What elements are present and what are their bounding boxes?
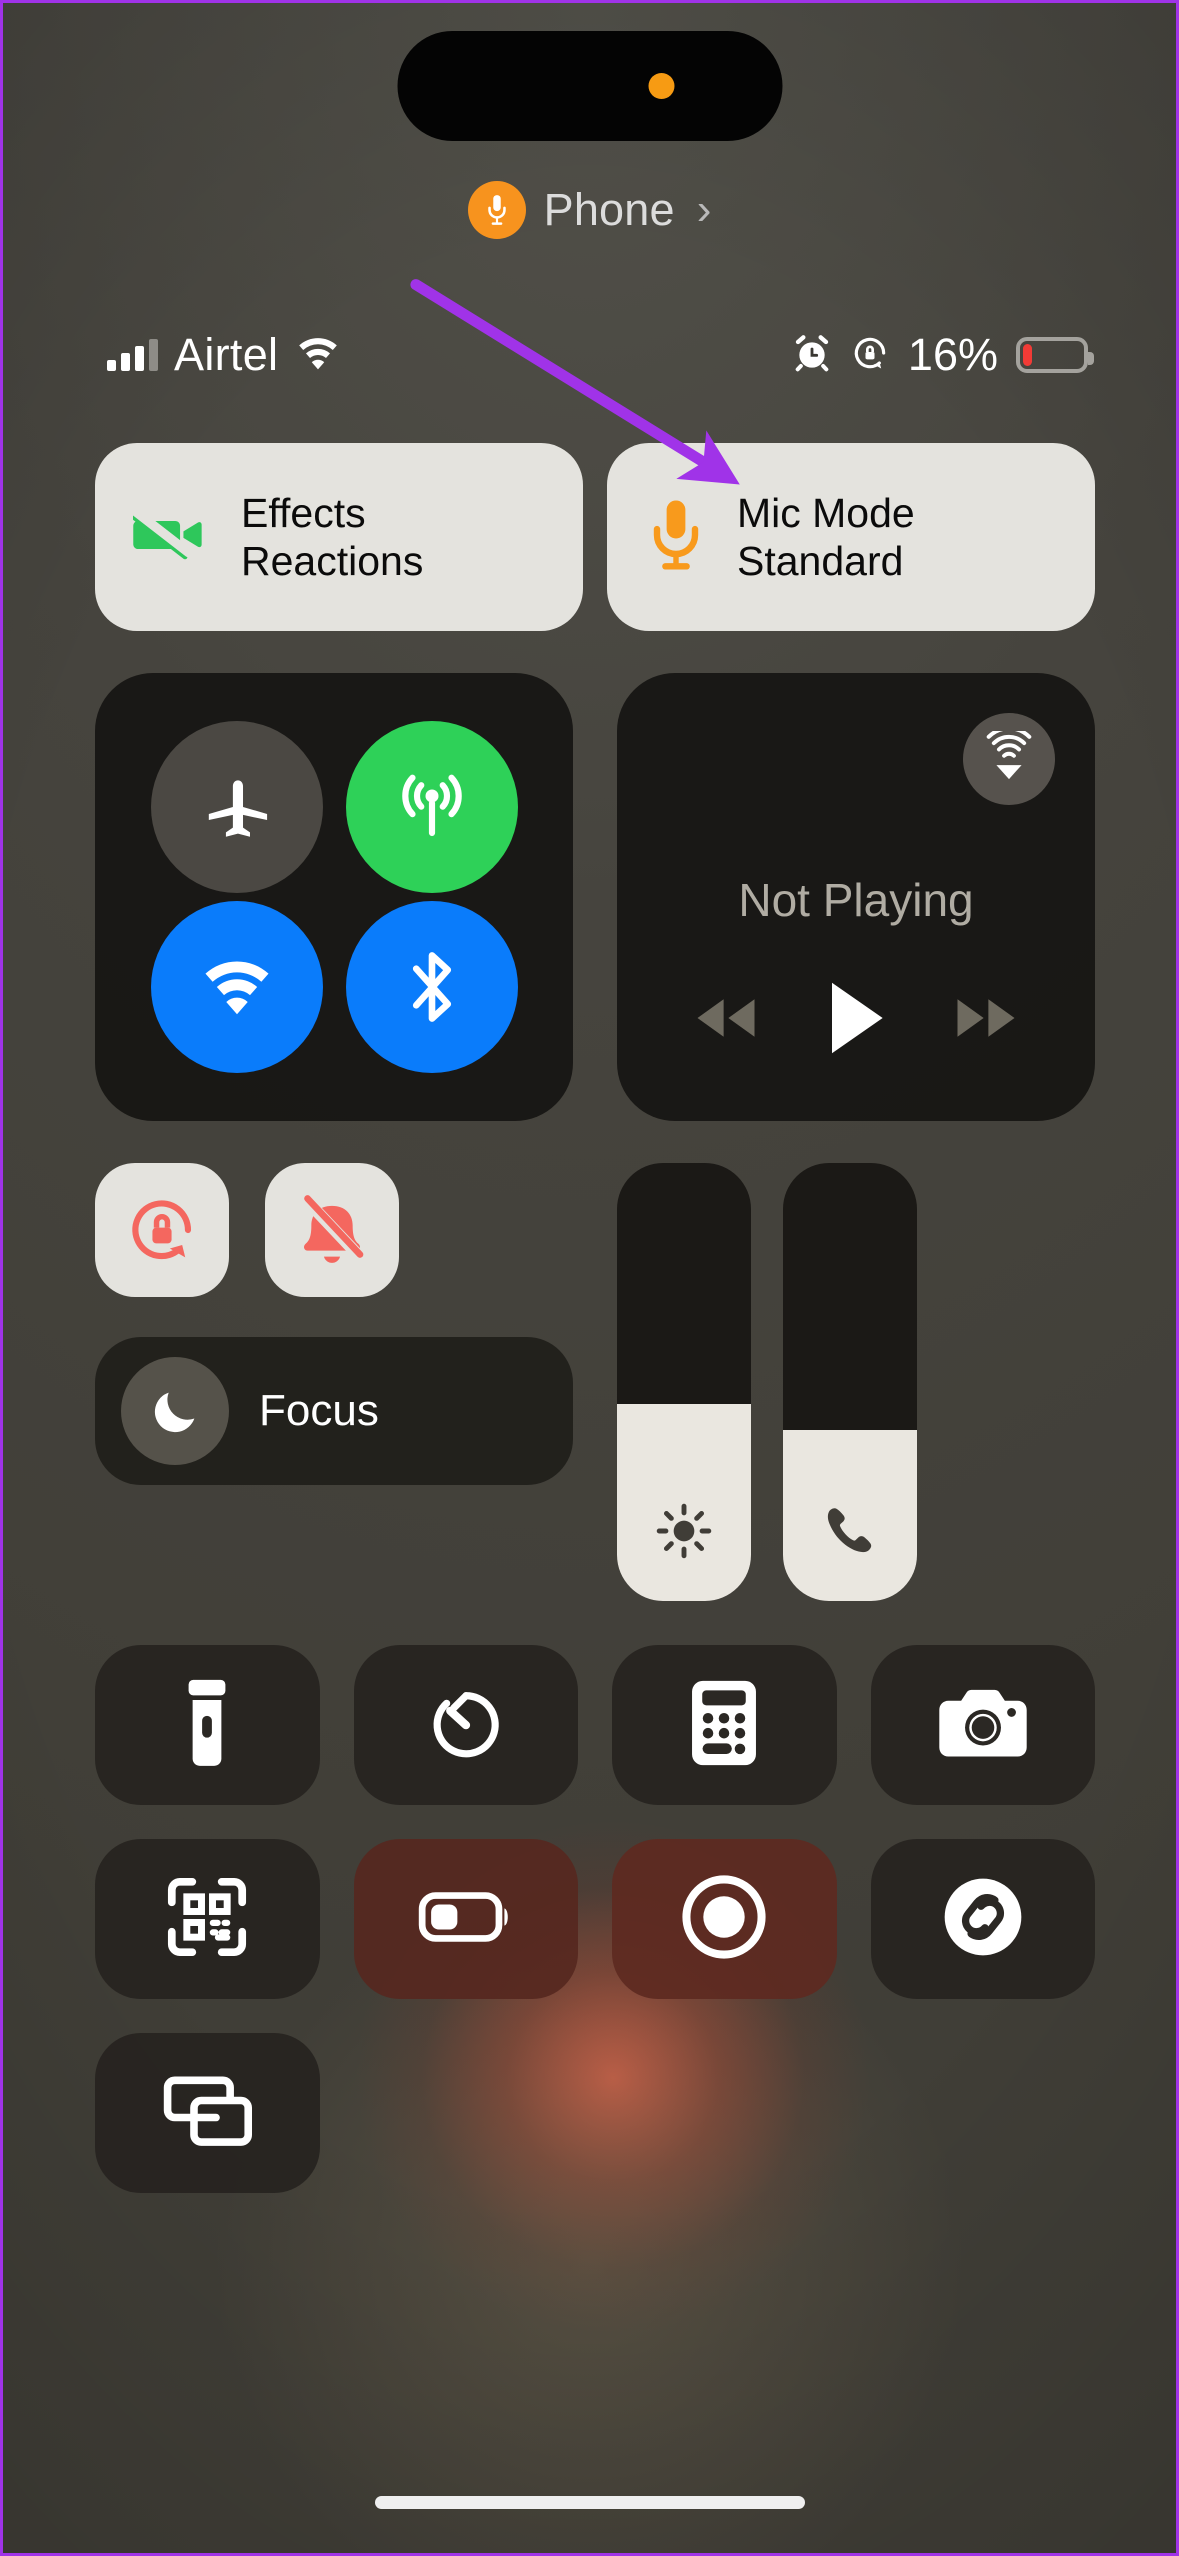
phone-handset-icon — [819, 1500, 881, 1567]
brightness-slider-fill — [617, 1403, 751, 1601]
rotation-lock-toggle[interactable] — [95, 1163, 229, 1297]
crescent-moon-icon — [121, 1357, 229, 1465]
volume-slider-fill — [783, 1430, 917, 1601]
microphone-icon — [645, 498, 707, 577]
shazam-tile[interactable] — [870, 1839, 1095, 1999]
shazam-icon — [937, 1871, 1029, 1968]
controls-and-sliders-row: Focus — [95, 1163, 1095, 1601]
effects-card[interactable]: Effects Reactions — [95, 443, 583, 631]
status-bar-left: Airtel — [107, 329, 342, 381]
conversation-controls-row: Effects Reactions Mic Mode Standard — [95, 443, 1095, 631]
cellular-data-toggle[interactable] — [345, 721, 518, 893]
bluetooth-toggle[interactable] — [345, 901, 518, 1073]
focus-label: Focus — [259, 1386, 379, 1435]
record-circle-icon — [678, 1871, 770, 1968]
camera-tile[interactable] — [870, 1645, 1095, 1805]
volume-slider[interactable] — [783, 1163, 917, 1601]
calculator-icon — [690, 1678, 758, 1773]
sliders-group — [617, 1163, 917, 1601]
qr-code-scanner-tile[interactable] — [95, 1839, 320, 1999]
qr-code-icon — [163, 1873, 251, 1966]
now-playing-status: Not Playing — [738, 874, 974, 926]
status-bar-right: 16% — [792, 329, 1094, 381]
screen-recording-tile[interactable] — [612, 1839, 837, 1999]
brightness-slider[interactable] — [617, 1163, 751, 1601]
media-transport-controls — [617, 978, 1095, 1063]
alarm-clock-icon — [792, 333, 832, 378]
airplay-audio-icon[interactable] — [963, 713, 1055, 805]
silent-mode-toggle[interactable] — [265, 1163, 399, 1297]
video-camera-slash-icon — [129, 505, 211, 570]
carrier-name: Airtel — [174, 329, 279, 380]
low-power-mode-tile[interactable] — [353, 1839, 578, 1999]
effects-card-text: Effects Reactions — [241, 489, 423, 586]
media-player-module: Not Playing — [617, 673, 1095, 1121]
iphone-screen: Phone › Airtel 16% Effects Reactions Mic… — [0, 0, 1179, 2556]
screen-mirroring-tile[interactable] — [95, 2033, 320, 2193]
mic-mode-card[interactable]: Mic Mode Standard — [607, 443, 1095, 631]
quick-toggles-row — [95, 1163, 573, 1297]
airplane-mode-toggle[interactable] — [150, 721, 323, 893]
dynamic-island[interactable] — [397, 31, 782, 141]
battery-icon — [1016, 337, 1094, 373]
rotation-lock-icon — [850, 333, 890, 378]
fast-forward-icon[interactable] — [948, 990, 1024, 1051]
timer-tile[interactable] — [353, 1645, 578, 1805]
wifi-icon — [294, 335, 342, 376]
screen-mirroring-icon — [160, 2073, 254, 2154]
banner-app-label: Phone — [543, 184, 675, 235]
cellular-bars-icon — [107, 339, 158, 371]
play-icon[interactable] — [821, 978, 891, 1063]
status-bar: Airtel 16% — [3, 319, 1176, 391]
effects-card-title: Effects — [241, 489, 366, 536]
left-controls-column: Focus — [95, 1163, 573, 1485]
effects-card-subtitle: Reactions — [241, 538, 424, 584]
mic-mode-card-text: Mic Mode Standard — [737, 489, 915, 586]
microphone-icon — [467, 181, 526, 239]
wifi-toggle[interactable] — [150, 901, 323, 1073]
control-center: Effects Reactions Mic Mode Standard Not … — [95, 443, 1095, 2193]
battery-percentage: 16% — [907, 329, 998, 380]
mic-in-use-dot-icon — [648, 73, 674, 99]
flashlight-icon — [184, 1677, 230, 1774]
chevron-right-icon: › — [696, 185, 712, 234]
low-battery-icon — [418, 1891, 514, 1948]
flashlight-tile[interactable] — [95, 1645, 320, 1805]
active-call-banner[interactable]: Phone › — [3, 181, 1176, 239]
timer-icon — [423, 1680, 509, 1771]
camera-icon — [937, 1686, 1029, 1765]
connectivity-module — [95, 673, 573, 1121]
mic-mode-card-subtitle: Standard — [737, 538, 904, 584]
home-indicator — [374, 2496, 805, 2509]
focus-tile[interactable]: Focus — [95, 1337, 573, 1485]
mic-mode-card-title: Mic Mode — [737, 489, 915, 536]
sun-icon — [653, 1500, 715, 1567]
calculator-tile[interactable] — [612, 1645, 837, 1805]
rewind-icon[interactable] — [688, 990, 764, 1051]
modules-row: Not Playing — [95, 673, 1095, 1121]
utility-tiles-grid — [95, 1645, 1095, 2193]
